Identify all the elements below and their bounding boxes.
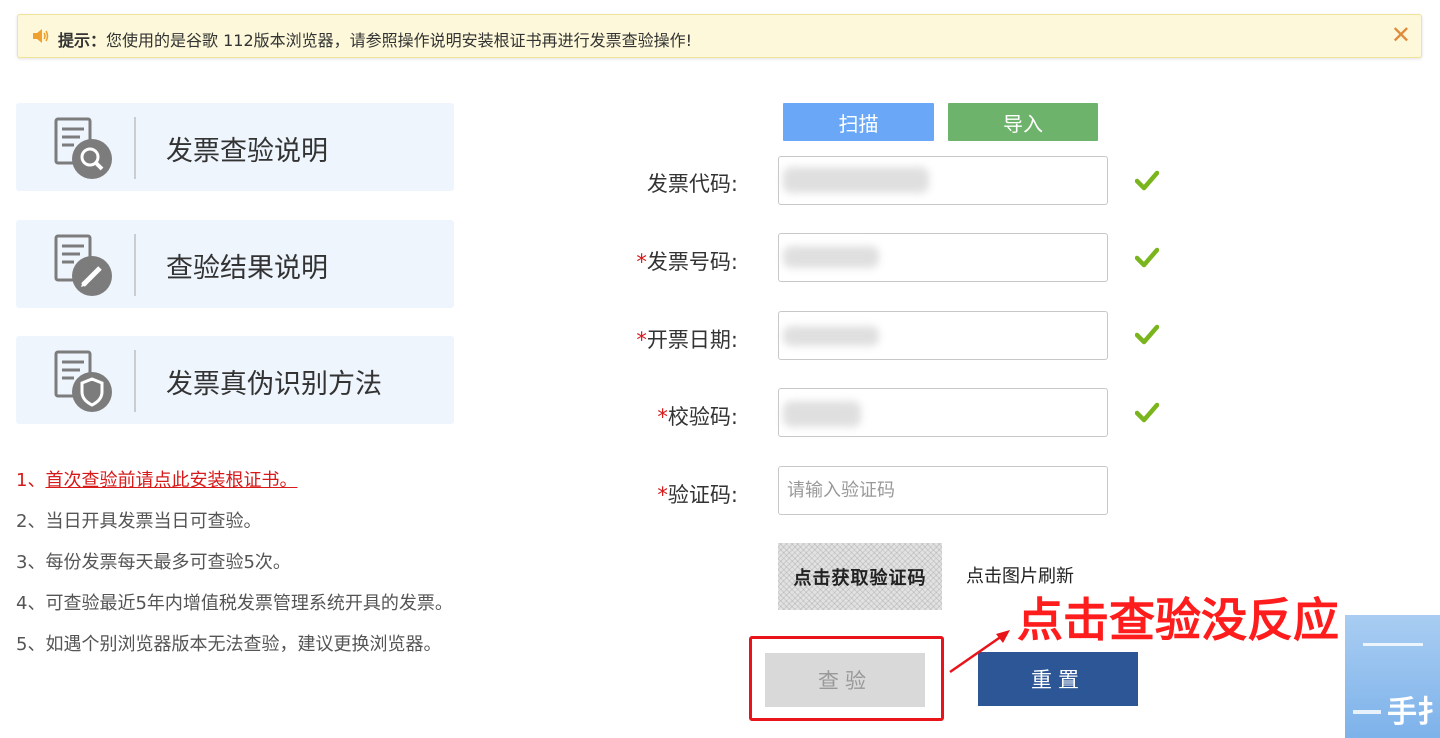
card-divider [134, 234, 136, 296]
tip-prefix: 1、 [16, 470, 46, 491]
invoice-code-input[interactable] [778, 156, 1108, 205]
card-title: 发票查验说明 [166, 136, 328, 167]
required-mark: * [636, 328, 647, 352]
card-check-result-guide[interactable]: 查验结果说明 [16, 220, 454, 308]
close-icon[interactable]: ✕ [1391, 21, 1411, 49]
tip-item: 3、每份发票每天最多可查验5次。 [16, 552, 291, 573]
redacted-value [783, 401, 861, 427]
notice-text: 提示：您使用的是谷歌 112版本浏览器，请参照操作说明安装根证书再进行发票查验操… [58, 27, 692, 51]
tip-install-cert: 1、首次查验前请点此安装根证书。 [16, 466, 297, 492]
card-divider [134, 350, 136, 412]
annotation-text: 点击查验没反应 [1017, 593, 1339, 647]
card-invoice-check-guide[interactable]: 发票查验说明 [16, 103, 454, 191]
import-button[interactable]: 导入 [948, 103, 1098, 141]
corner-thumbnail[interactable]: 手扌 [1345, 615, 1440, 738]
captcha-label: *验证码: [657, 479, 738, 509]
annotation-arrow-icon [944, 626, 1016, 680]
issue-date-label-text: 开票日期: [646, 328, 738, 352]
issue-date-input[interactable] [778, 311, 1108, 360]
invoice-edit-icon [50, 234, 114, 298]
scan-button[interactable]: 扫描 [783, 103, 934, 141]
check-code-input[interactable] [778, 388, 1108, 437]
annotation-highlight-box [749, 636, 944, 721]
invoice-shield-icon [50, 350, 114, 414]
captcha-image[interactable]: 点击获取验证码 [778, 543, 942, 610]
card-divider [134, 117, 136, 179]
tip-item: 5、如遇个别浏览器版本无法查验，建议更换浏览器。 [16, 634, 442, 655]
check-icon [1134, 247, 1160, 269]
invoice-search-icon [50, 117, 114, 181]
required-mark: * [636, 250, 647, 274]
speaker-icon [31, 27, 51, 49]
thumbnail-text: 手扌 [1387, 695, 1440, 730]
redacted-value [783, 167, 929, 193]
check-icon [1134, 324, 1160, 346]
tip-item: 4、可查验最近5年内增值税发票管理系统开具的发票。 [16, 593, 453, 614]
captcha-input[interactable] [778, 466, 1108, 515]
check-code-label-text: 校验码: [667, 405, 738, 429]
redacted-value [783, 246, 879, 268]
redacted-value [783, 326, 879, 346]
invoice-number-input[interactable] [778, 233, 1108, 282]
card-title: 发票真伪识别方法 [166, 369, 382, 400]
invoice-number-label: *发票号码: [636, 246, 738, 276]
thumbnail-decoration [1353, 710, 1381, 714]
captcha-label-text: 验证码: [667, 483, 738, 507]
install-cert-link[interactable]: 首次查验前请点此安装根证书。 [45, 470, 297, 491]
issue-date-label: *开票日期: [636, 324, 738, 354]
notice-message: 您使用的是谷歌 112版本浏览器，请参照操作说明安装根证书再进行发票查验操作! [106, 31, 693, 50]
card-title: 查验结果说明 [166, 253, 328, 284]
required-mark: * [657, 405, 668, 429]
card-authenticity-guide[interactable]: 发票真伪识别方法 [16, 336, 454, 424]
check-code-label: *校验码: [657, 401, 738, 431]
browser-notice-bar: 提示：您使用的是谷歌 112版本浏览器，请参照操作说明安装根证书再进行发票查验操… [17, 14, 1422, 58]
invoice-number-label-text: 发票号码: [646, 250, 738, 274]
check-icon [1134, 402, 1160, 424]
notice-label: 提示： [58, 31, 107, 50]
required-mark: * [657, 483, 668, 507]
check-icon [1134, 170, 1160, 192]
tip-item: 2、当日开具发票当日可查验。 [16, 511, 262, 532]
invoice-code-label: 发票代码: [646, 172, 738, 196]
thumbnail-decoration [1363, 643, 1423, 646]
